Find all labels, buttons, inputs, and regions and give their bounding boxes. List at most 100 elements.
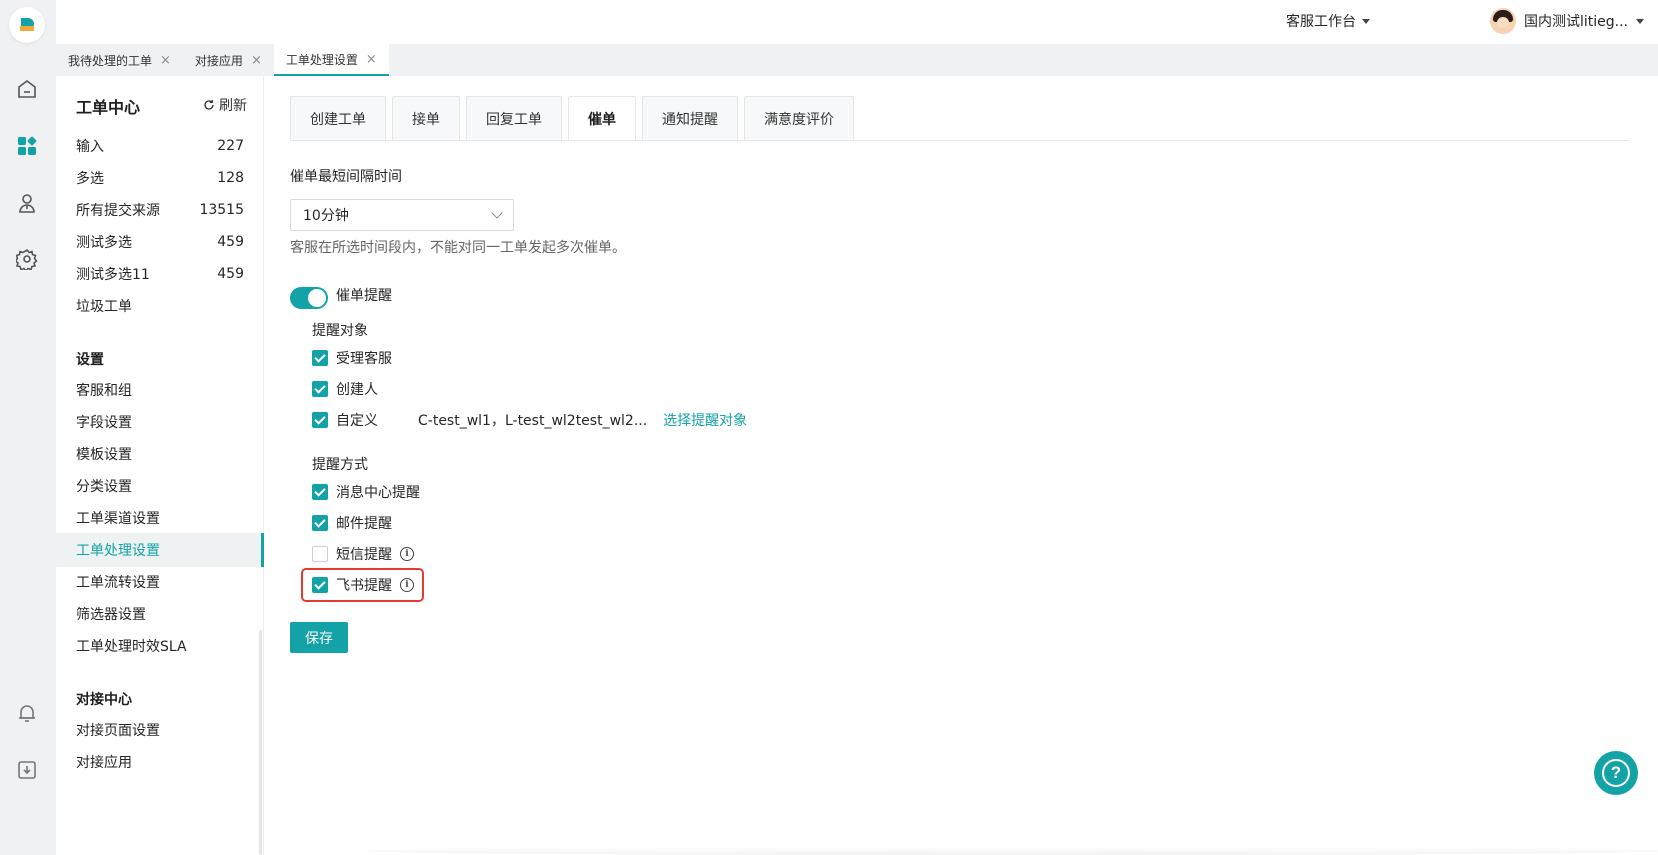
sidebar-item-integration[interactable]: 对接页面设置 <box>56 713 264 747</box>
checkbox[interactable] <box>312 412 328 428</box>
refresh-icon <box>204 100 214 110</box>
main-panel: 创建工单 接单 回复工单 催单 通知提醒 满意度评价 催单最短间隔时间 10分钟… <box>264 76 1658 855</box>
sidebar-item-label: 垃圾工单 <box>76 299 132 315</box>
close-icon[interactable]: × <box>366 52 377 67</box>
sidebar-item-integration[interactable]: 对接应用 <box>56 745 264 779</box>
sidebar-title: 工单中心 <box>76 98 141 117</box>
sidebar-item-label: 筛选器设置 <box>76 607 146 623</box>
sidebar-item-count: 459 <box>217 266 244 282</box>
sidebar-item-label: 多选 <box>76 171 104 187</box>
settings-tabs: 创建工单 接单 回复工单 催单 通知提醒 满意度评价 <box>290 96 860 141</box>
sidebar-item-count: 13515 <box>199 202 244 218</box>
checkbox[interactable] <box>312 546 328 562</box>
tab-satisfaction[interactable]: 满意度评价 <box>744 96 854 141</box>
close-icon[interactable]: × <box>251 53 262 68</box>
sidebar-item-label: 分类设置 <box>76 479 132 495</box>
checkbox-label: 消息中心提醒 <box>336 485 420 501</box>
checkbox-label: 受理客服 <box>336 351 392 367</box>
bottom-shadow <box>364 847 1658 855</box>
page-tab-pending[interactable]: 我待处理的工单 × <box>56 44 183 76</box>
tab-accept-ticket[interactable]: 接单 <box>392 96 460 141</box>
checkbox[interactable] <box>312 484 328 500</box>
tab-reply-ticket[interactable]: 回复工单 <box>466 96 562 141</box>
sidebar-item-count: 459 <box>217 234 244 250</box>
page-tab-strip: 我待处理的工单 × 对接应用 × 工单处理设置 × <box>56 44 1658 76</box>
select-targets-link[interactable]: 选择提醒对象 <box>663 410 747 430</box>
sidebar-item-count: 128 <box>217 170 244 186</box>
home-icon[interactable] <box>14 76 40 102</box>
sidebar-item-setting[interactable]: 工单处理时效SLA <box>56 629 264 663</box>
info-icon[interactable]: i <box>400 547 414 561</box>
sidebar-item-label: 客服和组 <box>76 383 132 399</box>
urge-reminder-toggle[interactable] <box>290 287 328 309</box>
apps-icon[interactable] <box>14 133 40 159</box>
caret-down-icon <box>1362 18 1370 24</box>
sidebar-item-setting[interactable]: 客服和组 <box>56 373 264 407</box>
tab-create-ticket[interactable]: 创建工单 <box>290 96 386 141</box>
checkbox[interactable] <box>312 381 328 397</box>
top-header: 客服工作台 国内测试litieg... <box>56 0 1658 44</box>
sidebar-item-label: 输入 <box>76 139 104 155</box>
sidebar-item-setting[interactable]: 模板设置 <box>56 437 264 471</box>
settings-icon[interactable] <box>14 246 40 272</box>
target-creator-option[interactable]: 创建人 <box>312 379 378 399</box>
page-tab-label: 工单处理设置 <box>285 52 358 67</box>
icon-rail <box>0 0 56 855</box>
sidebar-section-integration: 对接中心 <box>76 692 132 708</box>
interval-value: 10分钟 <box>303 208 349 224</box>
sidebar-item-label: 字段设置 <box>76 415 132 431</box>
sidebar-item-view[interactable]: 多选 128 <box>56 161 264 195</box>
sidebar-item-label: 工单处理设置 <box>76 543 160 559</box>
sidebar-item-view[interactable]: 垃圾工单 <box>56 289 264 323</box>
sidebar-item-view[interactable]: 测试多选 459 <box>56 225 264 259</box>
sidebar-item-view[interactable]: 输入 227 <box>56 129 264 163</box>
save-button[interactable]: 保存 <box>290 622 348 653</box>
workbench-label: 客服工作台 <box>1286 14 1356 30</box>
urge-reminder-label: 催单提醒 <box>336 288 392 304</box>
sidebar-item-view[interactable]: 所有提交来源 13515 <box>56 193 264 227</box>
checkbox[interactable] <box>312 515 328 531</box>
method-message-center-option[interactable]: 消息中心提醒 <box>312 482 420 502</box>
workbench-dropdown[interactable]: 客服工作台 <box>1286 11 1370 31</box>
interval-select[interactable]: 10分钟 <box>290 199 514 231</box>
close-icon[interactable]: × <box>160 53 171 68</box>
target-custom-option[interactable]: 自定义 C-test_wl1，L-test_wl2test_wl2... 选择提… <box>312 410 747 430</box>
tab-urge[interactable]: 催单 <box>568 96 636 141</box>
sidebar-item-label: 测试多选11 <box>76 267 150 283</box>
feishu-highlight-box <box>301 568 424 602</box>
tab-notification[interactable]: 通知提醒 <box>642 96 738 141</box>
method-email-option[interactable]: 邮件提醒 <box>312 513 392 533</box>
sidebar-item-label: 对接页面设置 <box>76 723 160 739</box>
page-tab-label: 对接应用 <box>194 53 243 68</box>
sidebar-item-setting[interactable]: 筛选器设置 <box>56 597 264 631</box>
sidebar-item-setting[interactable]: 工单流转设置 <box>56 565 264 599</box>
help-button[interactable]: ? <box>1594 751 1638 795</box>
page-tab-integration[interactable]: 对接应用 × <box>183 44 274 76</box>
caret-down-icon <box>1636 18 1644 24</box>
sidebar-item-label: 对接应用 <box>76 755 132 771</box>
target-agent-option[interactable]: 受理客服 <box>312 348 392 368</box>
sidebar-item-view[interactable]: 测试多选11 459 <box>56 257 264 291</box>
method-sms-option[interactable]: 短信提醒 i <box>312 544 414 564</box>
app-root: 客服工作台 国内测试litieg... 我待处理的工单 × 对接应用 × 工单处… <box>0 0 1658 855</box>
checkbox[interactable] <box>312 350 328 366</box>
sidebar-item-ticket-processing[interactable]: 工单处理设置 <box>56 533 264 567</box>
page-tab-ticket-settings[interactable]: 工单处理设置 × <box>273 44 389 76</box>
bell-icon[interactable] <box>14 700 40 726</box>
page-tab-label: 我待处理的工单 <box>68 53 153 68</box>
app-logo[interactable] <box>9 7 45 43</box>
sidebar-scrollbar[interactable] <box>259 630 262 855</box>
user-name: 国内测试litieg... <box>1523 14 1628 30</box>
agent-icon[interactable] <box>14 190 40 216</box>
user-menu[interactable]: 国内测试litieg... <box>1489 8 1644 34</box>
sidebar-item-setting[interactable]: 字段设置 <box>56 405 264 439</box>
sidebar-item-setting[interactable]: 分类设置 <box>56 469 264 503</box>
sidebar-item-setting[interactable]: 工单渠道设置 <box>56 501 264 535</box>
download-icon[interactable] <box>14 757 40 783</box>
sidebar: 工单中心 刷新 输入 227 多选 128 所有提交来源 13515 测试多选 … <box>56 76 264 855</box>
refresh-button[interactable]: 刷新 <box>203 95 247 115</box>
checkbox-label: 邮件提醒 <box>336 516 392 532</box>
sidebar-item-label: 工单渠道设置 <box>76 511 160 527</box>
tabs-divider <box>290 140 1630 141</box>
interval-hint: 客服在所选时间段内，不能对同一工单发起多次催单。 <box>290 240 626 256</box>
